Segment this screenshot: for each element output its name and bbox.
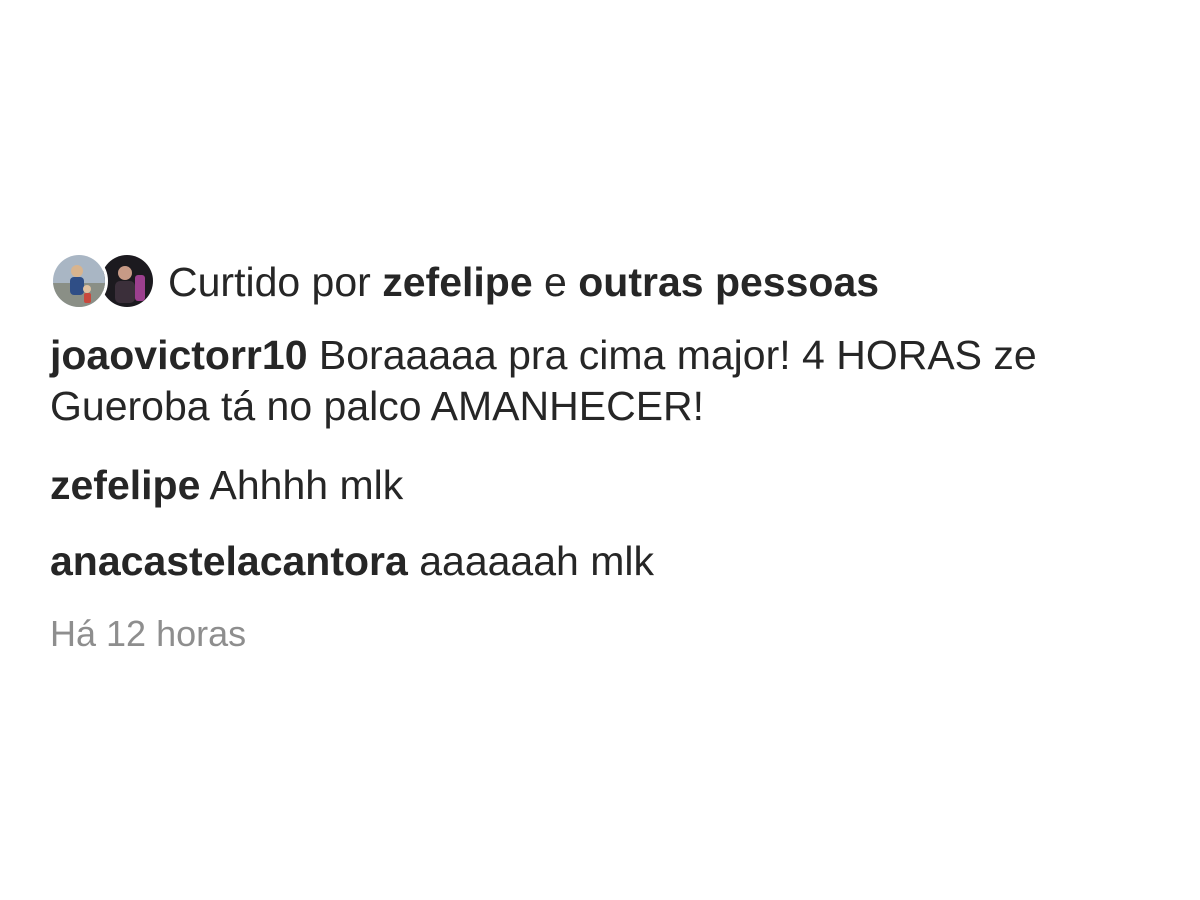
comment-username[interactable]: anacastelacantora bbox=[50, 538, 408, 584]
liked-by-others-link[interactable]: outras pessoas bbox=[578, 259, 879, 305]
comment-username[interactable]: zefelipe bbox=[50, 462, 200, 508]
liked-by-prefix: Curtido por bbox=[168, 259, 371, 305]
liked-by-row[interactable]: Curtido por zefelipe e outras pessoas bbox=[50, 250, 879, 314]
avatar-photo-2 bbox=[101, 255, 153, 307]
post-timestamp: Há 12 horas bbox=[50, 613, 247, 654]
comment: zefelipe Ahhhh mlk bbox=[50, 460, 1200, 511]
comment: anacastelacantora aaaaaah mlk bbox=[50, 536, 1200, 587]
comment: joaovictorr10 Boraaaaa pra cima major! 4… bbox=[50, 330, 1200, 432]
comment-text: Boraaaaa pra cima major! 4 HORAS ze bbox=[318, 332, 1037, 378]
liker-avatars[interactable] bbox=[50, 250, 158, 314]
comment-username[interactable]: joaovictorr10 bbox=[50, 332, 308, 378]
comment-text: aaaaaah mlk bbox=[419, 538, 654, 584]
liked-by-username[interactable]: zefelipe bbox=[382, 259, 532, 305]
liked-by-connector: e bbox=[544, 259, 567, 305]
avatar-photo-1 bbox=[53, 255, 105, 307]
liked-by-text: Curtido por zefelipe e outras pessoas bbox=[168, 250, 879, 314]
comment-text-continued: Gueroba tá no palco AMANHECER! bbox=[50, 383, 705, 429]
comment-text: Ahhhh mlk bbox=[209, 462, 404, 508]
avatar-icon[interactable] bbox=[50, 252, 108, 310]
